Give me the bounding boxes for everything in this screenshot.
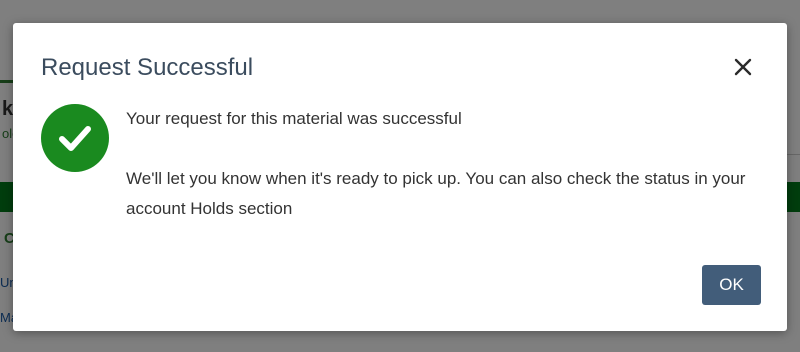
dialog-title: Request Successful <box>41 54 254 81</box>
success-detail: We'll let you know when it's ready to pi… <box>126 169 746 218</box>
check-circle-icon <box>41 104 109 172</box>
close-icon <box>734 58 752 76</box>
success-dialog: Request Successful Your request for this… <box>13 23 787 331</box>
page: k ole C Un Ma Request Successful Your re… <box>0 0 800 352</box>
success-message: Your request for this material was succe… <box>126 109 462 128</box>
close-button[interactable] <box>731 55 755 79</box>
ok-button[interactable]: OK <box>702 265 761 305</box>
